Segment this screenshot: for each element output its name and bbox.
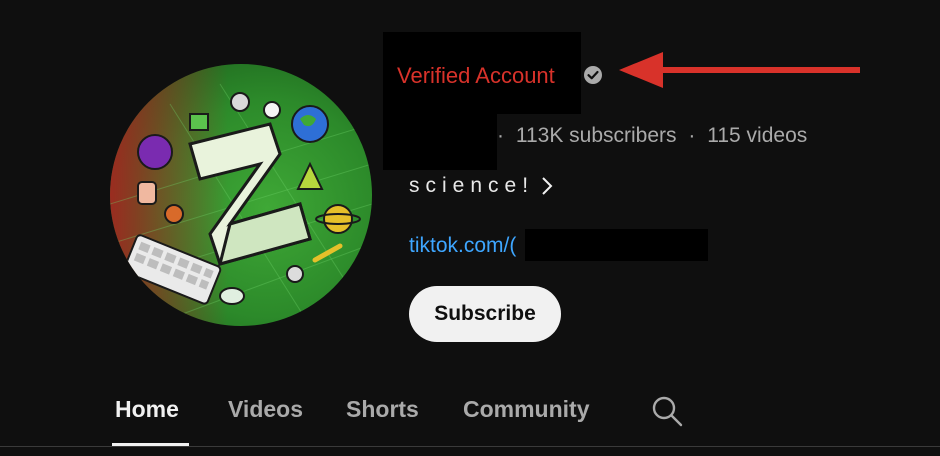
tab-community[interactable]: Community [463, 396, 590, 423]
channel-stats: · 113K subscribers · 115 videos [497, 124, 807, 148]
channel-link[interactable]: tiktok.com/( [409, 234, 516, 258]
tab-home[interactable]: Home [115, 396, 179, 423]
channel-avatar[interactable] [110, 64, 372, 326]
red-arrow [619, 52, 860, 88]
video-count: 115 videos [707, 124, 808, 147]
subscribe-button[interactable]: Subscribe [409, 286, 561, 342]
redacted-handle [383, 114, 497, 170]
search-icon[interactable] [650, 394, 684, 428]
checkmark-circle-icon [584, 66, 602, 84]
channel-description[interactable]: science! [409, 174, 554, 198]
chevron-right-icon [542, 177, 553, 195]
verified-annotation: Verified Account [397, 60, 555, 92]
verified-label: Verified Account [397, 63, 555, 88]
tab-shorts[interactable]: Shorts [346, 396, 419, 423]
subscriber-count: 113K subscribers [515, 124, 677, 147]
stats-separator: · [497, 124, 504, 147]
tabs-divider [0, 446, 940, 447]
tab-videos[interactable]: Videos [228, 396, 303, 423]
redacted-link [525, 229, 708, 261]
description-text: science! [409, 174, 535, 197]
channel-tabs: Home Videos Shorts Community [0, 380, 940, 456]
stats-separator: · [688, 124, 696, 147]
